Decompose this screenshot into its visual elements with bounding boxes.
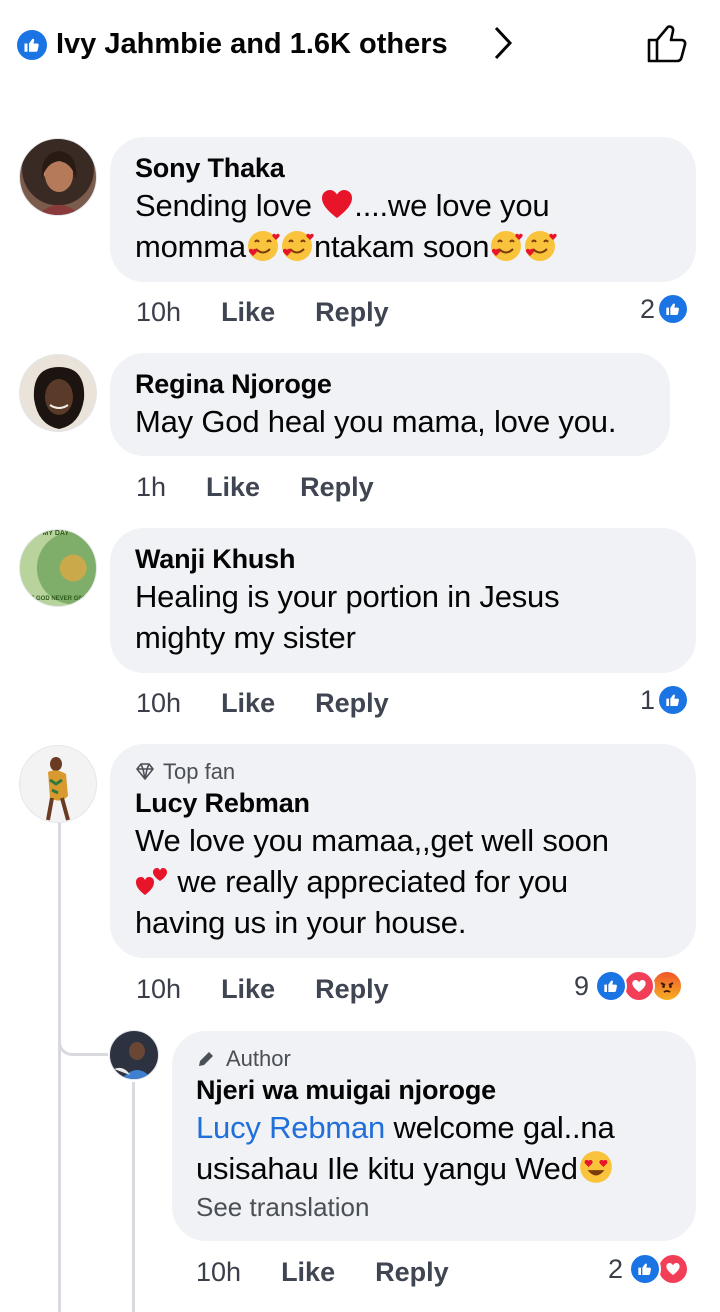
reaction-count-number: 2 <box>608 1253 624 1284</box>
like-reaction-icon <box>595 970 628 1002</box>
comment-bubble[interactable]: Top fan Lucy Rebman We love you mamaa,,g… <box>110 744 696 958</box>
chevron-right-icon[interactable] <box>492 24 514 67</box>
like-button[interactable]: Like <box>221 297 275 328</box>
avatar-wanji-khush[interactable]: IS MY DAY OF GOD NEVER GIVES <box>19 529 97 607</box>
pencil-icon <box>199 1052 213 1066</box>
thumbs-up-outline-icon[interactable] <box>644 20 690 71</box>
comment-actions: 1h Like Reply <box>136 467 414 507</box>
commenter-name[interactable]: Lucy Rebman <box>135 786 670 820</box>
thread-line <box>58 823 61 1312</box>
like-reaction-icon <box>15 28 49 62</box>
top-fan-badge: Top fan <box>135 758 670 786</box>
like-button[interactable]: Like <box>206 472 260 503</box>
avatar-lucy-rebman[interactable] <box>19 745 97 823</box>
comment-text: Sending love ....we love you momma ntakam… <box>135 185 670 267</box>
comment-text: Healing is your portion in Jesus mighty m… <box>135 579 560 655</box>
see-translation-link[interactable]: See translation <box>196 1189 672 1225</box>
comment-actions: 10h Like Reply <box>136 683 429 723</box>
commenter-name[interactable]: Sony Thaka <box>135 151 670 185</box>
reply-bubble[interactable]: Author Njeri wa muigai njoroge Lucy Rebm… <box>172 1031 696 1241</box>
reaction-count-number: 1 <box>640 684 656 715</box>
reply-button[interactable]: Reply <box>315 974 389 1005</box>
reaction-count[interactable]: 2 <box>640 289 690 329</box>
comment-text: We love you mamaa,,get well soon we real… <box>135 823 609 940</box>
comment-timestamp: 10h <box>136 687 182 718</box>
like-button[interactable]: Like <box>281 1257 335 1288</box>
commenter-name[interactable]: Regina Njoroge <box>135 367 644 401</box>
comment-timestamp: 10h <box>136 296 182 327</box>
mention-link[interactable]: Lucy Rebman <box>196 1110 385 1145</box>
reaction-count-number: 2 <box>640 293 656 324</box>
comment-actions: 10h Like Reply <box>136 292 429 332</box>
comment-actions: 10h Like Reply <box>136 969 429 1009</box>
reply-button[interactable]: Reply <box>300 472 374 503</box>
avatar-sony-thaka[interactable] <box>19 138 97 216</box>
thread-line <box>132 1082 135 1312</box>
reply-button[interactable]: Reply <box>315 297 389 328</box>
comment-bubble[interactable]: Wanji Khush Healing is your portion in J… <box>110 528 696 673</box>
smiling-face-with-hearts-emoji-icon <box>246 229 280 263</box>
reaction-count[interactable]: 1 <box>640 680 690 720</box>
comment-timestamp: 10h <box>136 973 182 1004</box>
reply-button[interactable]: Reply <box>315 688 389 719</box>
reaction-count[interactable]: 2 <box>608 1249 690 1289</box>
like-reaction-icon <box>657 293 690 325</box>
like-button[interactable]: Like <box>221 688 275 719</box>
comment-bubble[interactable]: Regina Njoroge May God heal you mama, lo… <box>110 353 670 456</box>
comment-timestamp: 10h <box>196 1256 242 1287</box>
commenter-name[interactable]: Wanji Khush <box>135 542 670 576</box>
reaction-count-number: 9 <box>574 970 590 1001</box>
smiling-face-with-hearts-emoji-icon <box>489 229 523 263</box>
avatar-njeri-wa-muigai-njoroge[interactable] <box>109 1030 159 1080</box>
angry-reaction-icon <box>651 970 684 1002</box>
comment-text: Lucy Rebman welcome gal..na usisahau Ile… <box>196 1110 615 1186</box>
reactions-summary-bar[interactable]: Ivy Jahmbie and 1.6K others <box>0 0 720 92</box>
comment-timestamp: 1h <box>136 471 167 502</box>
reactions-summary-text[interactable]: Ivy Jahmbie and 1.6K others <box>56 26 448 62</box>
love-reaction-icon <box>623 970 656 1002</box>
like-reaction-icon <box>629 1253 662 1285</box>
heart-eyes-emoji-icon <box>578 1149 612 1183</box>
avatar-caption: OF GOD NEVER GIVES <box>26 596 93 602</box>
avatar-caption: IS MY DAY <box>34 530 70 537</box>
smiling-face-with-hearts-emoji-icon <box>280 229 314 263</box>
smiling-face-with-hearts-emoji-icon <box>523 229 557 263</box>
commenter-name[interactable]: Njeri wa muigai njoroge <box>196 1073 672 1107</box>
author-badge: Author <box>196 1045 672 1073</box>
diamond-icon <box>136 763 154 780</box>
like-reaction-icon <box>657 684 690 716</box>
reply-button[interactable]: Reply <box>375 1257 449 1288</box>
comment-text: May God heal you mama, love you. <box>135 404 617 439</box>
reply-actions: 10h Like Reply <box>196 1252 489 1292</box>
reaction-count[interactable]: 9 <box>574 966 684 1006</box>
like-button[interactable]: Like <box>221 974 275 1005</box>
love-reaction-icon <box>657 1253 690 1285</box>
avatar-regina-njoroge[interactable] <box>19 354 97 432</box>
thread-line-connector <box>58 1040 108 1056</box>
comment-bubble[interactable]: Sony Thaka Sending love ....we love you … <box>110 137 696 282</box>
two-hearts-emoji-icon <box>135 864 169 898</box>
red-heart-emoji-icon <box>320 188 354 222</box>
